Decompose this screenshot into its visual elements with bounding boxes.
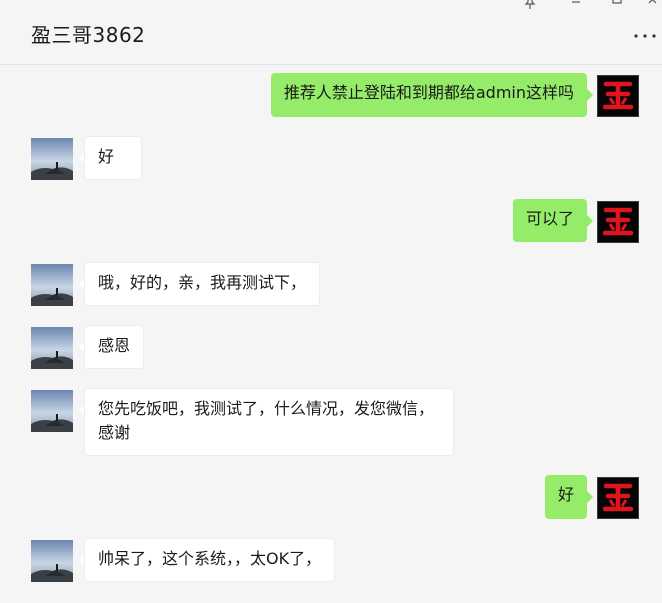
message-bubble-received[interactable]: 帅呆了，这个系统，，太OK了， [84,538,336,582]
message-bubble-received[interactable]: 哦，好的，亲，我再测试下， [84,262,321,306]
chat-title: 盈三哥3862 [31,23,146,47]
more-dots-icon[interactable] [633,30,661,46]
contact-avatar[interactable] [31,138,73,180]
message-bubble-received[interactable]: 您先吃饭吧，我测试了，什么情况，发您微信，感谢 [84,388,454,456]
minimize-icon[interactable] [566,0,586,12]
bubble-tail [587,89,593,101]
message-bubble-received[interactable]: 感恩 [84,325,145,369]
message-bubble-sent[interactable]: 推荐人禁止登陆和到期都给admin这样吗 [270,73,587,117]
pin-icon[interactable] [520,0,540,12]
bubble-tail [587,215,593,227]
title-bar: 盈三哥3862 [0,0,662,65]
message-bubble-sent[interactable]: 可以了 [512,199,587,242]
my-avatar[interactable] [597,477,639,519]
maximize-icon[interactable] [607,0,627,12]
bubble-tail [587,491,593,503]
close-icon[interactable] [643,0,662,12]
message-bubble-received[interactable]: 好 [84,136,142,180]
message-list[interactable]: 推荐人禁止登陆和到期都给admin这样吗 好 可以了 哦，好的，亲，我再测试下，… [0,66,662,603]
my-avatar[interactable] [597,75,639,117]
contact-avatar[interactable] [31,327,73,369]
message-bubble-sent[interactable]: 好 [544,475,587,519]
contact-avatar[interactable] [31,390,73,432]
contact-avatar[interactable] [31,264,73,306]
contact-avatar[interactable] [31,540,73,582]
chat-window: 盈三哥3862 推荐人禁止登陆和到期都给admin这样吗 好 可以了 哦，好的，… [0,0,662,603]
my-avatar[interactable] [597,201,639,243]
